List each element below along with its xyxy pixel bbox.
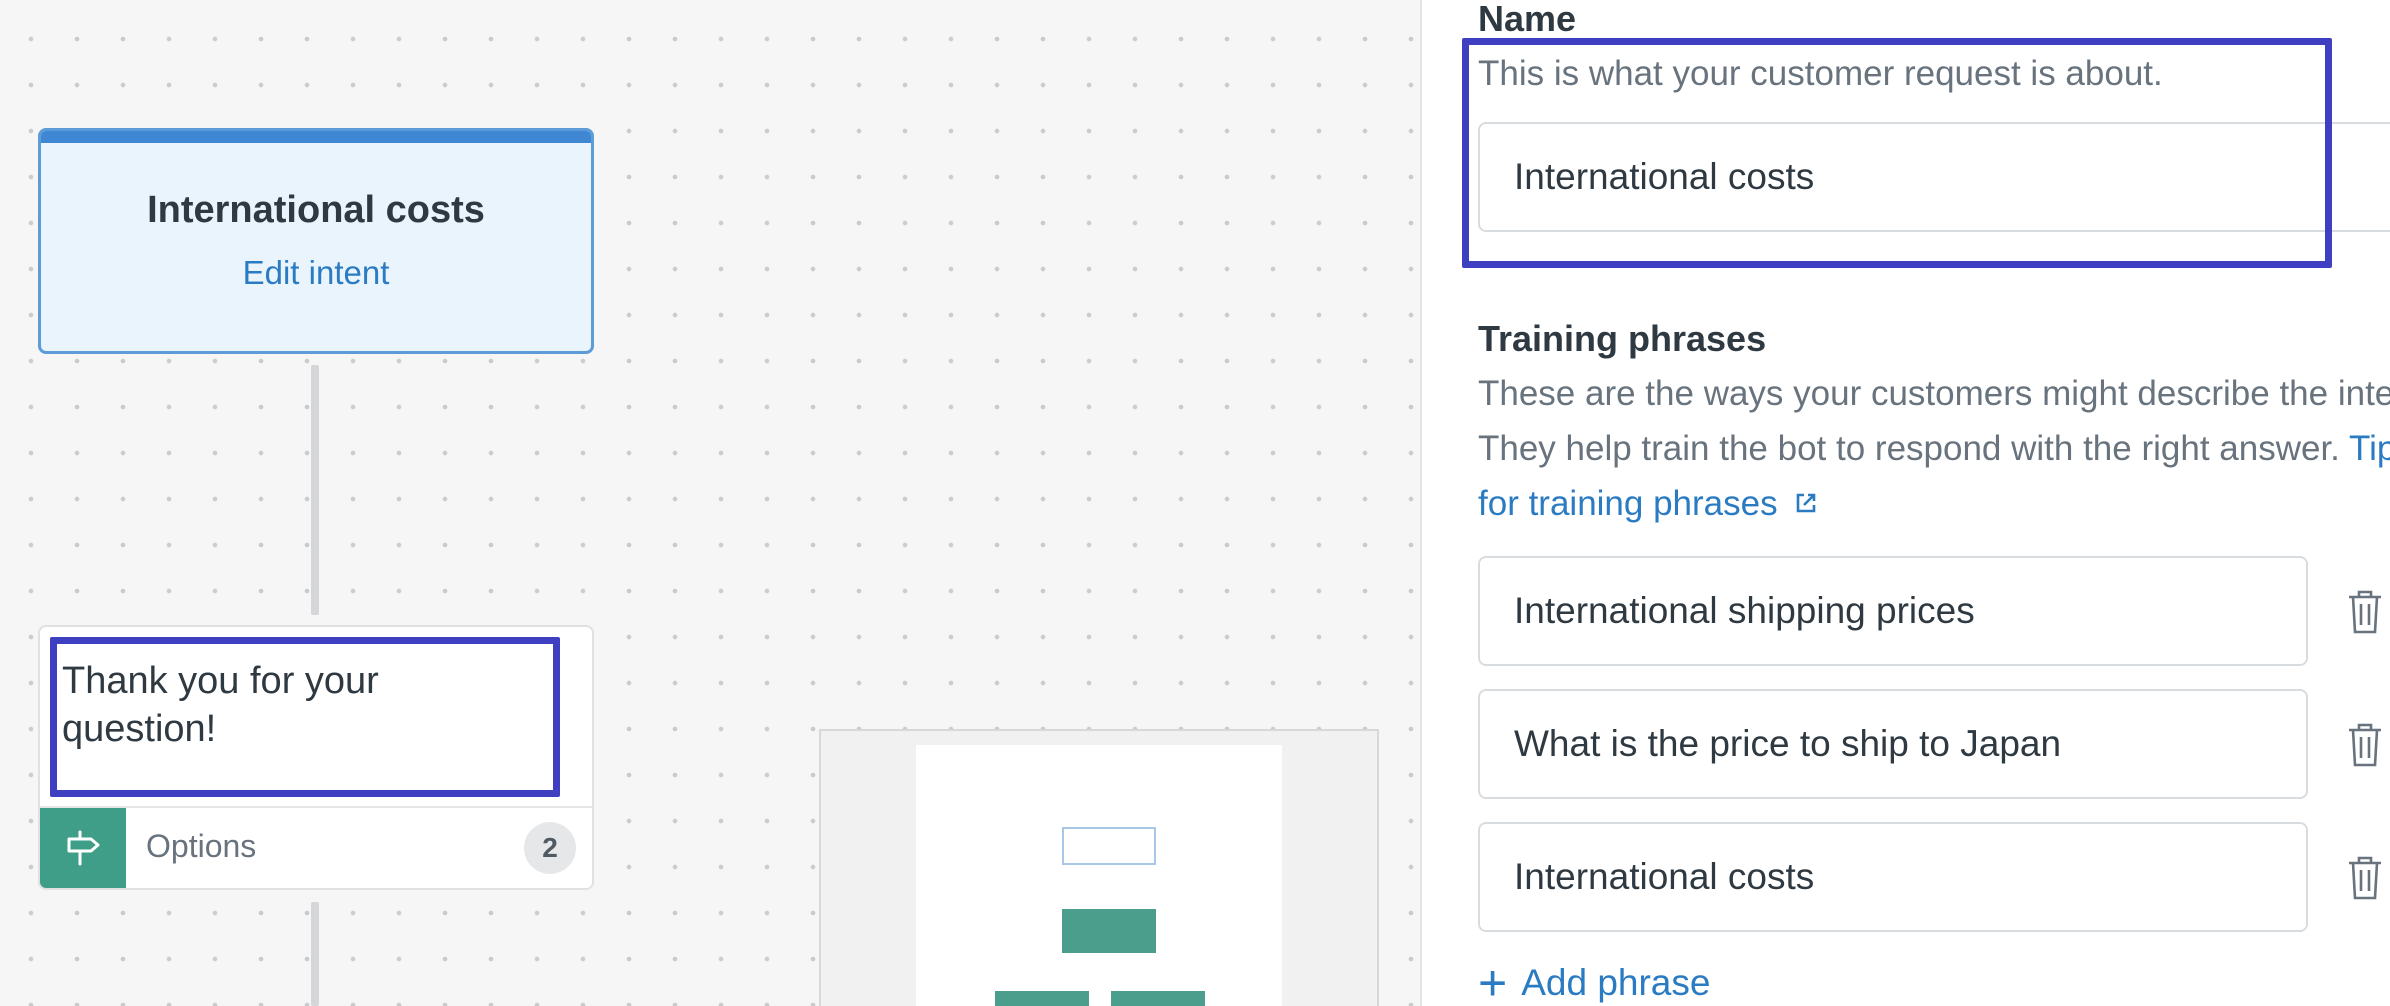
minimap-message-node — [1062, 909, 1156, 953]
add-phrase-label: Add phrase — [1521, 962, 1711, 1003]
edit-intent-link[interactable]: Edit intent — [41, 254, 591, 292]
highlight-box — [50, 637, 560, 797]
flow-canvas[interactable]: International costs Edit intent Thank yo… — [0, 0, 1420, 1006]
options-count-badge: 2 — [524, 822, 576, 874]
minimap[interactable] — [819, 729, 1379, 1006]
intent-node-topbar — [41, 131, 591, 143]
minimap-viewport — [916, 745, 1282, 1006]
training-phrase-input[interactable] — [1478, 556, 2308, 666]
signpost-icon — [40, 808, 126, 888]
options-label: Options — [146, 828, 257, 864]
training-phrase-input[interactable] — [1478, 822, 2308, 932]
training-description-text: These are the ways your customers might … — [1478, 374, 2390, 468]
name-description: This is what your customer request is ab… — [1478, 54, 2163, 93]
plus-icon: + — [1478, 955, 1508, 1006]
minimap-option-node — [1111, 991, 1205, 1006]
intent-settings-panel: Name This is what your customer request … — [1422, 0, 2390, 1006]
trash-icon[interactable] — [2341, 584, 2389, 640]
training-phrases-label: Training phrases — [1478, 318, 1767, 359]
flow-connector — [311, 902, 319, 1006]
trash-icon[interactable] — [2341, 717, 2389, 773]
options-row[interactable]: Options 2 — [40, 806, 592, 888]
intent-node[interactable]: International costs Edit intent — [38, 128, 594, 354]
add-phrase-button[interactable]: + Add phrase — [1478, 955, 1711, 1006]
training-phrases-description: These are the ways your customers might … — [1478, 366, 2390, 531]
message-node[interactable]: Thank you for your question! Options 2 — [38, 625, 594, 890]
minimap-option-node — [995, 991, 1089, 1006]
trash-icon[interactable] — [2341, 850, 2389, 906]
flow-connector — [311, 365, 319, 615]
intent-node-title: International costs — [147, 189, 485, 231]
intent-name-input[interactable] — [1478, 122, 2390, 232]
minimap-intent-node — [1062, 827, 1156, 865]
name-label: Name — [1478, 0, 1577, 39]
external-link-icon — [1797, 493, 1816, 513]
training-phrase-input[interactable] — [1478, 689, 2308, 799]
